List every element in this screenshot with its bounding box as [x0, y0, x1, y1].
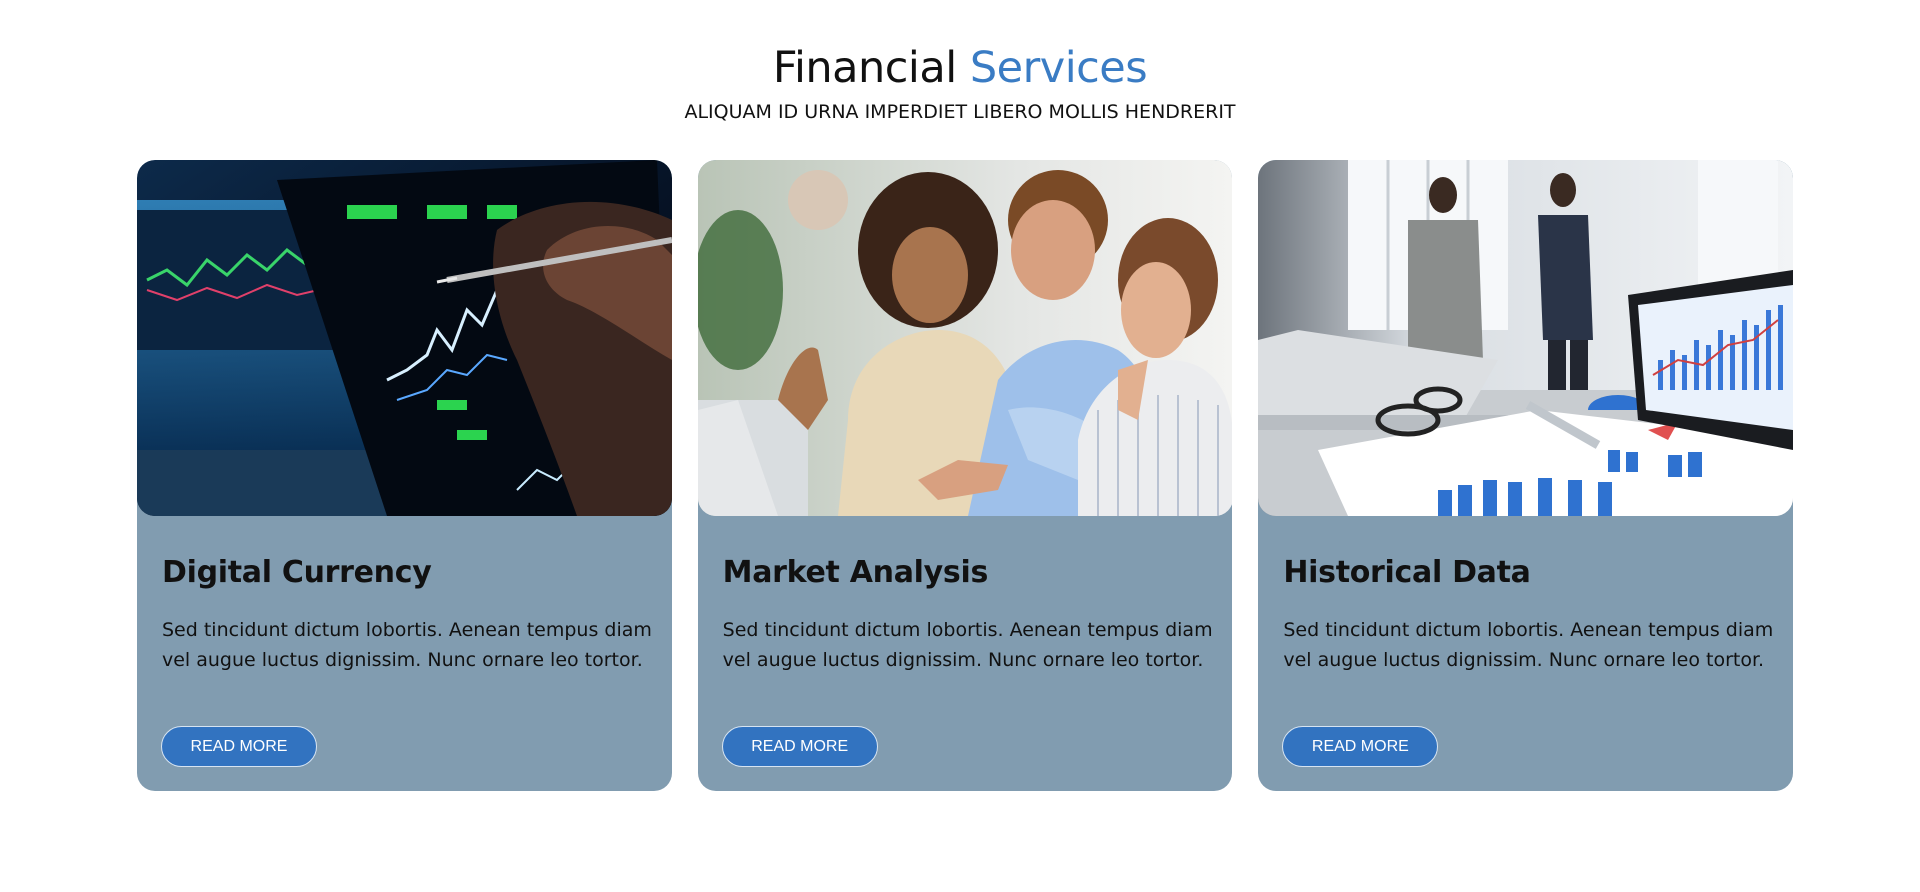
section-subtitle: ALIQUAM ID URNA IMPERDIET LIBERO MOLLIS … [684, 101, 1236, 123]
team-meeting-photo [697, 160, 1233, 516]
section-title: Financial Services [0, 40, 1920, 96]
card-title: Market Analysis [722, 555, 989, 590]
service-cards: Digital Currency Sed tincidunt dictum lo… [137, 160, 1794, 791]
card-title: Historical Data [1283, 555, 1531, 590]
services-section: Financial Services ALIQUAM ID URNA IMPER… [0, 0, 1920, 892]
card-title: Digital Currency [162, 555, 432, 590]
service-card-market-analysis: Market Analysis Sed tincidunt dictum lob… [697, 160, 1233, 791]
section-title-main: Financial [772, 43, 957, 93]
card-description: Sed tincidunt dictum lobortis. Aenean te… [1283, 619, 1774, 671]
section-title-accent: Services [969, 43, 1148, 93]
service-card-historical-data: Historical Data Sed tincidunt dictum lob… [1258, 160, 1794, 791]
read-more-button[interactable]: READ MORE [721, 726, 878, 767]
card-description: Sed tincidunt dictum lobortis. Aenean te… [722, 619, 1213, 671]
card-description: Sed tincidunt dictum lobortis. Aenean te… [162, 619, 652, 671]
read-more-button[interactable]: READ MORE [161, 726, 317, 767]
trading-screen-photo [137, 160, 672, 516]
read-more-button[interactable]: READ MORE [1282, 726, 1439, 767]
service-card-digital-currency: Digital Currency Sed tincidunt dictum lo… [137, 160, 672, 791]
office-charts-photo [1258, 160, 1794, 516]
